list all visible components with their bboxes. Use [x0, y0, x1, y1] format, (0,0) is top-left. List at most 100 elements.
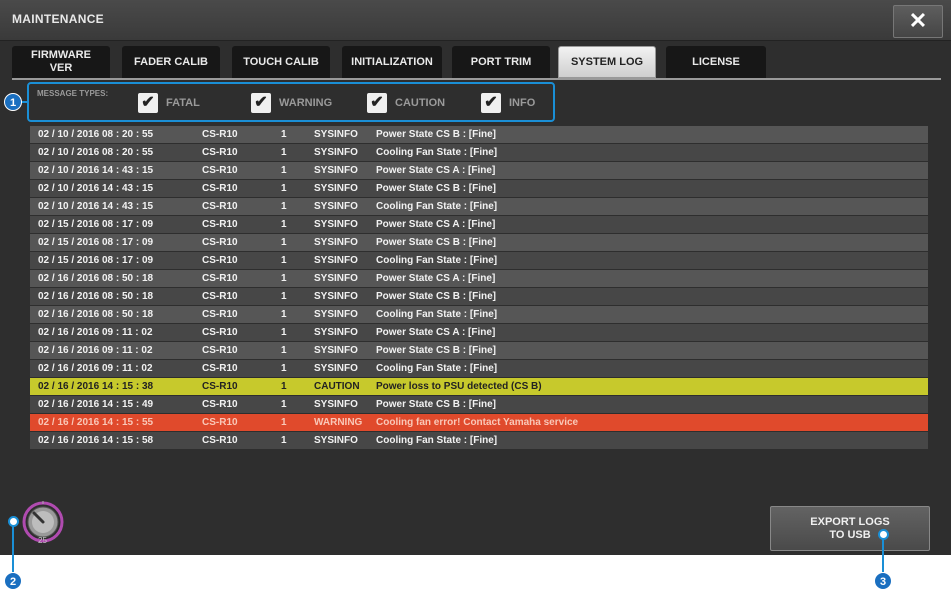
log-message: Power State CS B : [Fine]: [376, 183, 497, 194]
log-row[interactable]: 02 / 15 / 2016 08 : 17 : 09 CS-R10 1 SYSINF…: [30, 234, 928, 251]
filter-caution-checkbox[interactable]: ✔ CAUTION: [367, 93, 445, 113]
log-message: Power loss to PSU detected (CS B): [376, 381, 542, 392]
tab-fader-calib[interactable]: FADER CALIB: [122, 46, 220, 78]
log-message: Cooling Fan State : [Fine]: [376, 309, 498, 320]
log-row[interactable]: 02 / 16 / 2016 09 : 11 : 02 CS-R10 1 SYSINF…: [30, 342, 928, 359]
filter-fatal-label: FATAL: [166, 97, 200, 109]
log-row[interactable]: 02 / 16 / 2016 08 : 50 : 18 CS-R10 1 SYSINF…: [30, 270, 928, 287]
log-number: 1: [281, 417, 287, 428]
log-row[interactable]: 02 / 15 / 2016 08 : 17 : 09 CS-R10 1 SYSINF…: [30, 252, 928, 269]
log-message: Power State CS A : [Fine]: [376, 165, 496, 176]
log-type: SYSINFO: [314, 363, 358, 374]
log-row[interactable]: 02 / 16 / 2016 14 : 15 : 38 CS-R10 1 CAUTIO…: [30, 378, 928, 395]
log-message: Power State CS B : [Fine]: [376, 129, 497, 140]
log-type: SYSINFO: [314, 219, 358, 230]
log-row[interactable]: 02 / 10 / 2016 08 : 20 : 55 CS-R10 1 SYSINF…: [30, 126, 928, 143]
log-device: CS-R10: [202, 237, 238, 248]
log-row[interactable]: 02 / 16 / 2016 08 : 50 : 18 CS-R10 1 SYSINF…: [30, 306, 928, 323]
tab-port-trim[interactable]: PORT TRIM: [452, 46, 550, 78]
log-row[interactable]: 02 / 16 / 2016 08 : 50 : 18 CS-R10 1 SYSINF…: [30, 288, 928, 305]
log-date: 02 / 10 / 2016 08 : 20 : 55: [38, 147, 154, 158]
log-date: 02 / 16 / 2016 14 : 15 : 49: [38, 399, 154, 410]
log-date: 02 / 16 / 2016 08 : 50 : 18: [38, 273, 154, 284]
log-device: CS-R10: [202, 129, 238, 140]
log-device: CS-R10: [202, 417, 238, 428]
log-date: 02 / 16 / 2016 14 : 15 : 58: [38, 435, 154, 446]
log-message: Power State CS B : [Fine]: [376, 291, 497, 302]
filter-warning-checkbox[interactable]: ✔ WARNING: [251, 93, 332, 113]
log-device: CS-R10: [202, 201, 238, 212]
log-row[interactable]: 02 / 16 / 2016 14 : 15 : 58 CS-R10 1 SYSINF…: [30, 432, 928, 449]
log-message: Cooling Fan State : [Fine]: [376, 201, 498, 212]
tab-firmware-ver[interactable]: FIRMWARE VER: [12, 46, 110, 78]
message-type-filter: MESSAGE TYPES: ✔ FATAL ✔ WARNING ✔ CAUTI…: [27, 82, 555, 122]
tab-system-log[interactable]: SYSTEM LOG: [558, 46, 656, 78]
log-type: SYSINFO: [314, 201, 358, 212]
log-number: 1: [281, 237, 287, 248]
log-message: Cooling Fan State : [Fine]: [376, 147, 498, 158]
log-row[interactable]: 02 / 16 / 2016 09 : 11 : 02 CS-R10 1 SYSINF…: [30, 324, 928, 341]
export-label-line1: EXPORT LOGS: [810, 515, 890, 528]
log-type: CAUTION: [314, 381, 360, 392]
log-date: 02 / 16 / 2016 08 : 50 : 18: [38, 309, 154, 320]
log-number: 1: [281, 255, 287, 266]
checkmark-icon: ✔: [481, 93, 501, 113]
log-message: Power State CS A : [Fine]: [376, 327, 496, 338]
tab-license[interactable]: LICENSE: [666, 46, 766, 78]
log-device: CS-R10: [202, 399, 238, 410]
log-row[interactable]: 02 / 10 / 2016 08 : 20 : 55 CS-R10 1 SYSINF…: [30, 144, 928, 161]
callout-3-dot: [878, 529, 889, 540]
log-number: 1: [281, 399, 287, 410]
log-number: 1: [281, 345, 287, 356]
log-type: SYSINFO: [314, 165, 358, 176]
log-row[interactable]: 02 / 15 / 2016 08 : 17 : 09 CS-R10 1 SYSINF…: [30, 216, 928, 233]
filter-info-checkbox[interactable]: ✔ INFO: [481, 93, 535, 113]
log-date: 02 / 16 / 2016 14 : 15 : 55: [38, 417, 154, 428]
log-row[interactable]: 02 / 10 / 2016 14 : 43 : 15 CS-R10 1 SYSINF…: [30, 180, 928, 197]
log-device: CS-R10: [202, 309, 238, 320]
log-date: 02 / 10 / 2016 14 : 43 : 15: [38, 165, 154, 176]
filter-fatal-checkbox[interactable]: ✔ FATAL: [138, 93, 200, 113]
log-number: 1: [281, 183, 287, 194]
log-number: 1: [281, 165, 287, 176]
log-device: CS-R10: [202, 327, 238, 338]
system-log-list[interactable]: 02 / 10 / 2016 08 : 20 : 55 CS-R10 1 SYSINF…: [30, 126, 928, 450]
log-device: CS-R10: [202, 273, 238, 284]
log-type: SYSINFO: [314, 273, 358, 284]
log-message: Power State CS B : [Fine]: [376, 345, 497, 356]
export-logs-button[interactable]: EXPORT LOGS TO USB: [770, 506, 930, 551]
log-device: CS-R10: [202, 345, 238, 356]
log-type: SYSINFO: [314, 147, 358, 158]
log-date: 02 / 16 / 2016 09 : 11 : 02: [38, 363, 153, 374]
log-number: 1: [281, 129, 287, 140]
log-type: SYSINFO: [314, 183, 358, 194]
log-number: 1: [281, 273, 287, 284]
log-number: 1: [281, 147, 287, 158]
window-title: MAINTENANCE: [12, 12, 104, 26]
log-number: 1: [281, 219, 287, 230]
callout-2-dot: [8, 516, 19, 527]
log-type: SYSINFO: [314, 399, 358, 410]
log-row[interactable]: 02 / 16 / 2016 14 : 15 : 49 CS-R10 1 SYSINF…: [30, 396, 928, 413]
checkmark-icon: ✔: [251, 93, 271, 113]
log-message: Power State CS B : [Fine]: [376, 237, 497, 248]
tab-initialization[interactable]: INITIALIZATION: [342, 46, 442, 78]
log-row[interactable]: 02 / 16 / 2016 09 : 11 : 02 CS-R10 1 SYSINF…: [30, 360, 928, 377]
log-device: CS-R10: [202, 165, 238, 176]
log-message: Cooling Fan State : [Fine]: [376, 255, 498, 266]
callout-3-leader: [882, 534, 884, 574]
checkmark-icon: ✔: [367, 93, 387, 113]
log-type: SYSINFO: [314, 435, 358, 446]
log-type: SYSINFO: [314, 327, 358, 338]
log-device: CS-R10: [202, 183, 238, 194]
tab-touch-calib[interactable]: TOUCH CALIB: [232, 46, 330, 78]
log-date: 02 / 15 / 2016 08 : 17 : 09: [38, 219, 154, 230]
log-message: Cooling Fan State : [Fine]: [376, 435, 498, 446]
log-row[interactable]: 02 / 16 / 2016 14 : 15 : 55 CS-R10 1 WARNIN…: [30, 414, 928, 431]
close-button[interactable]: ✕: [893, 5, 943, 38]
log-type: SYSINFO: [314, 291, 358, 302]
log-row[interactable]: 02 / 10 / 2016 14 : 43 : 15 CS-R10 1 SYSINF…: [30, 162, 928, 179]
log-row[interactable]: 02 / 10 / 2016 14 : 43 : 15 CS-R10 1 SYSINF…: [30, 198, 928, 215]
filter-label: MESSAGE TYPES:: [37, 89, 109, 98]
callout-3: 3: [874, 572, 892, 590]
